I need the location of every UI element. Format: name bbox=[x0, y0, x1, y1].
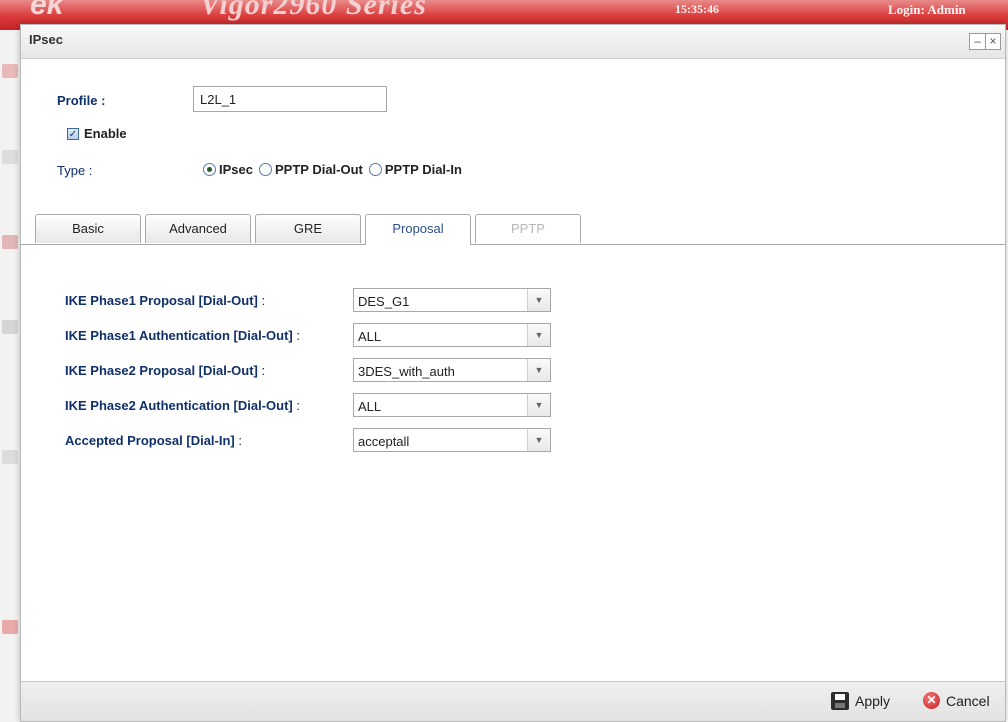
app-login-status: Login: Admin bbox=[888, 2, 966, 17]
cancel-icon: ✕ bbox=[923, 692, 940, 709]
radio-selected-icon[interactable] bbox=[203, 163, 216, 176]
chevron-down-icon[interactable]: ▼ bbox=[527, 289, 550, 311]
profile-label: Profile : bbox=[57, 93, 106, 108]
dialog-titlebar: IPsec – × bbox=[21, 25, 1005, 59]
tab-bar: Basic Advanced GRE Proposal PPTP bbox=[35, 214, 585, 245]
enable-label[interactable]: Enable bbox=[84, 126, 127, 141]
minimize-icon[interactable]: – bbox=[970, 34, 985, 49]
app-sidebar bbox=[0, 30, 20, 722]
select-value: DES_G1 bbox=[358, 294, 410, 309]
save-icon bbox=[831, 692, 849, 710]
close-icon[interactable]: × bbox=[985, 34, 1000, 49]
apply-label[interactable]: Apply bbox=[855, 693, 890, 709]
enable-checkbox[interactable]: ✓ bbox=[67, 127, 79, 140]
tab-basic[interactable]: Basic bbox=[35, 214, 141, 243]
ike-phase2-auth-select[interactable]: ALL ▼ bbox=[353, 393, 551, 417]
ipsec-dialog: IPsec – × Profile : ✓ Enable Type : IPse… bbox=[20, 24, 1006, 722]
radio-icon[interactable] bbox=[368, 163, 382, 176]
ike-phase2-proposal-label: IKE Phase2 Proposal [Dial-Out] : bbox=[65, 363, 266, 378]
dialog-footer: Apply ✕ Cancel bbox=[21, 681, 1005, 721]
radio-icon[interactable] bbox=[258, 163, 272, 176]
radio-label[interactable]: PPTP Dial-Out bbox=[275, 162, 363, 177]
cancel-button[interactable]: ✕ Cancel bbox=[923, 692, 990, 709]
tab-advanced[interactable]: Advanced bbox=[145, 214, 251, 243]
ike-phase1-auth-label: IKE Phase1 Authentication [Dial-Out] : bbox=[65, 328, 300, 343]
ike-phase1-proposal-select[interactable]: DES_G1 ▼ bbox=[353, 288, 551, 312]
accepted-proposal-label: Accepted Proposal [Dial-In] : bbox=[65, 433, 242, 448]
window-controls: – × bbox=[969, 33, 1001, 50]
cancel-label[interactable]: Cancel bbox=[946, 693, 990, 709]
profile-input[interactable] bbox=[193, 86, 387, 112]
select-value: ALL bbox=[358, 329, 382, 344]
chevron-down-icon[interactable]: ▼ bbox=[527, 359, 550, 381]
ike-phase1-proposal-label: IKE Phase1 Proposal [Dial-Out] : bbox=[65, 293, 266, 308]
select-value: ALL bbox=[358, 399, 382, 414]
proposal-panel: IKE Phase1 Proposal [Dial-Out] : DES_G1 … bbox=[21, 244, 1005, 682]
tab-gre[interactable]: GRE bbox=[255, 214, 361, 243]
app-logo: ek bbox=[30, 0, 64, 21]
ike-phase2-auth-label: IKE Phase2 Authentication [Dial-Out] : bbox=[65, 398, 300, 413]
tab-proposal[interactable]: Proposal bbox=[365, 214, 471, 245]
dialog-title: IPsec bbox=[29, 32, 63, 47]
type-option-pptp-dial-in[interactable]: PPTP Dial-In bbox=[368, 162, 462, 177]
select-value: 3DES_with_auth bbox=[358, 364, 455, 379]
accepted-proposal-select[interactable]: acceptall ▼ bbox=[353, 428, 551, 452]
chevron-down-icon[interactable]: ▼ bbox=[527, 429, 550, 451]
chevron-down-icon[interactable]: ▼ bbox=[527, 394, 550, 416]
type-option-ipsec[interactable]: IPsec bbox=[203, 162, 253, 177]
ike-phase1-auth-select[interactable]: ALL ▼ bbox=[353, 323, 551, 347]
app-model-title: Vigor2960 Series bbox=[200, 0, 427, 21]
app-clock: 15:35:46 bbox=[675, 2, 719, 16]
type-radio-group: IPsec PPTP Dial-Out PPTP Dial-In bbox=[203, 162, 468, 177]
ike-phase2-proposal-select[interactable]: 3DES_with_auth ▼ bbox=[353, 358, 551, 382]
select-value: acceptall bbox=[358, 434, 410, 449]
radio-label[interactable]: IPsec bbox=[219, 162, 253, 177]
apply-button[interactable]: Apply bbox=[831, 692, 890, 710]
tab-pptp: PPTP bbox=[475, 214, 581, 243]
radio-label[interactable]: PPTP Dial-In bbox=[385, 162, 462, 177]
chevron-down-icon[interactable]: ▼ bbox=[527, 324, 550, 346]
type-label: Type : bbox=[57, 163, 93, 178]
type-option-pptp-dial-out[interactable]: PPTP Dial-Out bbox=[258, 162, 363, 177]
enable-checkbox-row[interactable]: ✓ Enable bbox=[67, 126, 127, 141]
